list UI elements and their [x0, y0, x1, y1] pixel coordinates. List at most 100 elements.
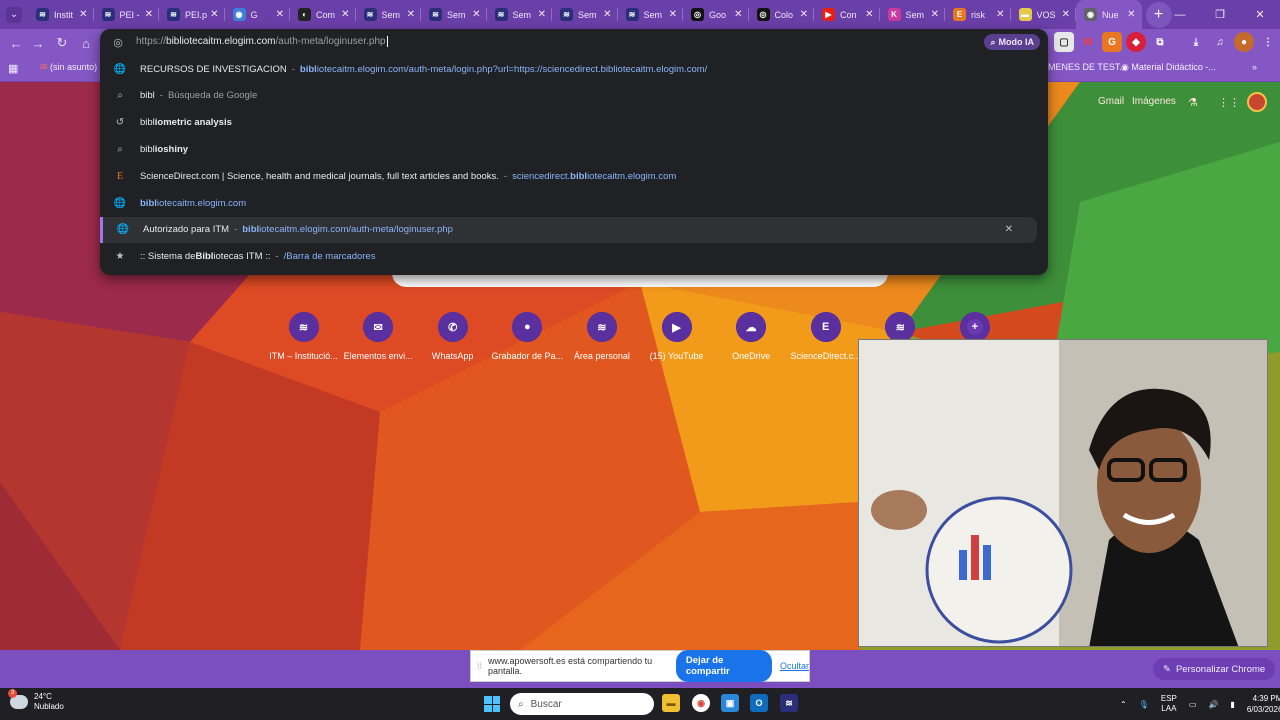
puzzle-icon[interactable]: ⧉ [1150, 32, 1170, 52]
account-avatar[interactable] [1247, 92, 1267, 112]
volume-icon[interactable]: 🔊 [1208, 700, 1218, 709]
back-icon[interactable]: ← [6, 33, 26, 53]
close-window-icon[interactable]: ✕ [1240, 0, 1280, 29]
omnibox-suggestion[interactable]: 🌐 Autorizado para ITM - bibliotecaitm.elogi… [100, 216, 1037, 243]
drag-handle-icon[interactable]: ⁞⁞ [477, 661, 482, 671]
remote-desktop-icon[interactable]: ▣ [721, 694, 739, 712]
start-button[interactable] [484, 696, 500, 712]
bookmark-item[interactable]: ✉ (sin asunto) - [40, 62, 103, 73]
minimize-icon[interactable]: — [1160, 0, 1200, 29]
itm-app-icon[interactable]: ≋ [780, 694, 798, 712]
tab-search-button[interactable]: ⌄ [0, 1, 28, 29]
shortcut-tile[interactable]: ≋ Área personal [564, 312, 639, 361]
browser-tab[interactable]: ◉ G ✕ [225, 0, 291, 29]
browser-tab[interactable]: ≋ Instit ✕ [28, 0, 94, 29]
browser-tab[interactable]: ≋ Sem ✕ [618, 0, 684, 29]
reload-icon[interactable]: ↻ [52, 33, 72, 53]
file-explorer-icon[interactable]: ▬ [662, 694, 680, 712]
shortcut-tile[interactable]: ▶ (15) YouTube [639, 312, 714, 361]
shortcut-tile[interactable]: ✉ Elementos envi... [341, 312, 416, 361]
apps-icon[interactable]: ▦ [8, 62, 18, 75]
bookmark-item[interactable]: ◉ Material Didáctico -... [1121, 62, 1216, 73]
battery-icon[interactable]: ▮ [1230, 700, 1234, 709]
mendeley-icon[interactable]: M [1078, 32, 1098, 52]
browser-tab[interactable]: Erisk ✕ [945, 0, 1011, 29]
stop-sharing-button[interactable]: Dejar de compartir [675, 650, 772, 682]
shortcut-tile[interactable]: E ScienceDirect.c... [788, 312, 863, 361]
weather-widget[interactable]: 3 24°C Nublado [8, 689, 64, 712]
bookmarks-overflow-icon[interactable]: » [1252, 62, 1257, 72]
close-tab-icon[interactable]: ✕ [341, 9, 349, 20]
shortcut-tile[interactable]: ✆ WhatsApp [415, 312, 490, 361]
browser-tab[interactable]: ≋ Sem ✕ [421, 0, 487, 29]
bookmark-item[interactable]: MENES DE TEST... [1048, 62, 1127, 72]
customize-chrome-button[interactable]: ✎ Personalizar Chrome [1153, 658, 1276, 680]
labs-icon[interactable]: ⚗ [1188, 96, 1198, 109]
more-menu-icon[interactable]: ⋮ [1258, 32, 1278, 52]
close-tab-icon[interactable]: ✕ [1127, 9, 1135, 20]
close-tab-icon[interactable]: ✕ [276, 9, 284, 20]
close-tab-icon[interactable]: ✕ [538, 9, 546, 20]
address-input[interactable]: https://bibliotecaitm.elogim.com/auth-me… [136, 36, 388, 48]
close-tab-icon[interactable]: ✕ [603, 9, 611, 20]
gmail-link[interactable]: Gmail [1098, 96, 1124, 107]
scholar-extension-icon[interactable]: G [1102, 32, 1122, 52]
ai-mode-button[interactable]: ⌕ Modo IA [984, 34, 1040, 50]
browser-tab[interactable]: ≋ PEI - ✕ [94, 0, 160, 29]
close-tab-icon[interactable]: ✕ [79, 9, 87, 20]
profile-avatar[interactable]: ● [1234, 32, 1254, 52]
apps-grid-icon[interactable]: ⋮⋮ [1218, 96, 1240, 109]
hide-button[interactable]: Ocultar [780, 661, 809, 671]
omnibox-suggestion[interactable]: 🌐 bibliotecaitm.elogim.com [100, 190, 1048, 216]
omnibox-suggestion[interactable]: ★:: Sistema de Bibl iotecas ITM :: -/Barra… [100, 244, 1048, 270]
shortcut-tile[interactable]: ≋ ITM – Institució... [266, 312, 341, 361]
close-tab-icon[interactable]: ✕ [669, 9, 677, 20]
site-info-icon[interactable]: ◎ [100, 36, 136, 49]
close-tab-icon[interactable]: ✕ [1062, 9, 1070, 20]
close-tab-icon[interactable]: ✕ [800, 9, 808, 20]
language-indicator[interactable]: ESP LAA [1161, 694, 1177, 714]
close-tab-icon[interactable]: ✕ [210, 9, 218, 20]
close-tab-icon[interactable]: ✕ [734, 9, 742, 20]
zotero-icon[interactable]: ◆ [1126, 32, 1146, 52]
clock[interactable]: 4:39 PM 6/03/2026 [1247, 693, 1280, 715]
media-controls-icon[interactable]: ♫ [1210, 32, 1230, 52]
omnibox-suggestion[interactable]: ⌕ bibl ioshiny [100, 136, 1048, 162]
restore-icon[interactable]: ❐ [1200, 0, 1240, 29]
browser-tab[interactable]: ◎ Goo ✕ [683, 0, 749, 29]
browser-tab[interactable]: ◉ Nue ✕ [1076, 0, 1142, 29]
browser-tab[interactable]: ◐ Com ✕ [290, 0, 356, 29]
shortcut-tile[interactable]: ● Grabador de Pa... [490, 312, 565, 361]
close-tab-icon[interactable]: ✕ [931, 9, 939, 20]
omnibox-suggestion[interactable]: ⌕ bibl - Búsqueda de Google [100, 83, 1048, 109]
omnibox-suggestion[interactable]: 🌐 RECURSOS DE INVESTIGACION - bibliotecaitm… [100, 56, 1048, 82]
omnibox-suggestion[interactable]: ↺ bibl iometric analysis [100, 110, 1048, 136]
extension-icon[interactable]: ▢ [1054, 32, 1074, 52]
address-bar[interactable]: ◎ https://bibliotecaitm.elogim.com/auth-… [100, 29, 1048, 55]
microphone-icon[interactable]: 🎙 [1139, 700, 1149, 709]
browser-tab[interactable]: ≋ Sem ✕ [356, 0, 422, 29]
browser-tab[interactable]: ▶ Con ✕ [814, 0, 880, 29]
browser-tab[interactable]: ≋ Sem ✕ [552, 0, 618, 29]
browser-tab[interactable]: ≋ PEI.p ✕ [159, 0, 225, 29]
forward-icon[interactable]: → [28, 33, 48, 53]
close-tab-icon[interactable]: ✕ [996, 9, 1004, 20]
browser-tab[interactable]: ▬ VOS ✕ [1011, 0, 1077, 29]
shortcut-tile[interactable]: ☁ OneDrive [714, 312, 789, 361]
images-link[interactable]: Imágenes [1132, 96, 1176, 107]
close-tab-icon[interactable]: ✕ [865, 9, 873, 20]
chrome-icon[interactable]: ◉ [692, 694, 710, 712]
close-tab-icon[interactable]: ✕ [407, 9, 415, 20]
chevron-up-icon[interactable]: ⌃ [1120, 700, 1127, 709]
network-icon[interactable]: ▭ [1189, 700, 1197, 709]
remove-suggestion-icon[interactable]: ✕ [1005, 224, 1013, 235]
download-icon[interactable]: ⤓ [1186, 32, 1206, 52]
browser-tab[interactable]: ≋ Sem ✕ [487, 0, 553, 29]
home-icon[interactable]: ⌂ [76, 33, 96, 53]
omnibox-suggestion[interactable]: E ScienceDirect.com | Science, health and… [100, 163, 1048, 189]
close-tab-icon[interactable]: ✕ [145, 9, 153, 20]
browser-tab[interactable]: ◎ Colo ✕ [749, 0, 815, 29]
outlook-icon[interactable]: O [750, 694, 768, 712]
close-tab-icon[interactable]: ✕ [472, 9, 480, 20]
browser-tab[interactable]: K Sem ✕ [880, 0, 946, 29]
